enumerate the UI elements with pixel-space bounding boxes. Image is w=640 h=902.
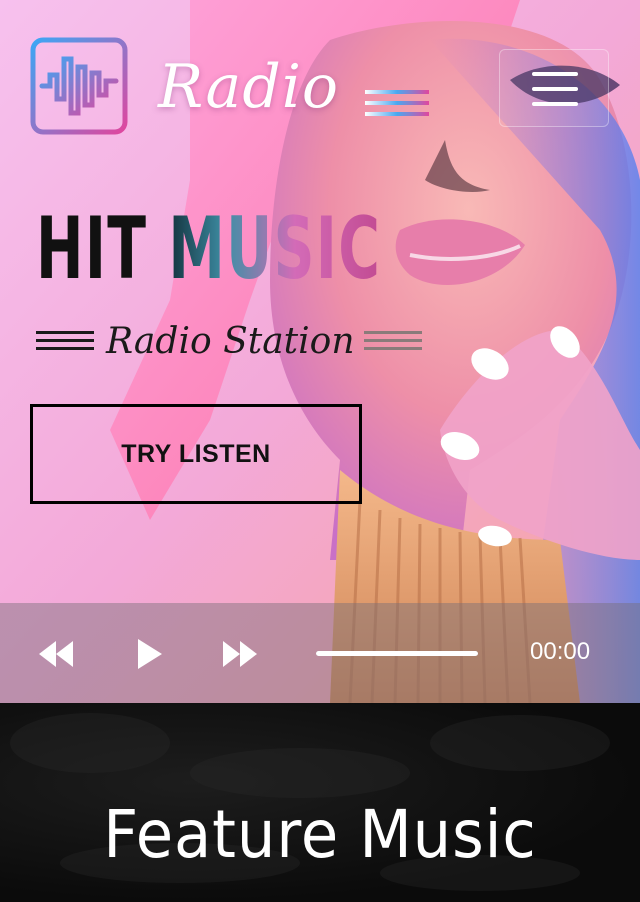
feature-title: Feature Music <box>103 796 537 873</box>
brand-name[interactable]: Radio <box>158 42 339 132</box>
subtitle-decoration-lines-right <box>364 331 422 350</box>
progress-bar-fill <box>316 651 478 656</box>
progress-bar[interactable] <box>316 651 478 656</box>
hero-headline: HIT MUSIC <box>36 194 381 304</box>
hero-section: Radio HIT MUSIC Radio Station TRY LISTEN… <box>0 0 640 703</box>
play-icon[interactable] <box>132 636 168 672</box>
sound-wave-icon <box>30 37 128 135</box>
try-listen-label: TRY LISTEN <box>121 439 271 468</box>
logo[interactable] <box>30 37 128 135</box>
feature-section: Feature Music <box>0 703 640 902</box>
fast-forward-icon[interactable] <box>222 636 258 672</box>
try-listen-button[interactable]: TRY LISTEN <box>30 404 362 504</box>
hero-subtitle: Radio Station <box>106 321 355 362</box>
rewind-icon[interactable] <box>38 636 74 672</box>
menu-button[interactable] <box>499 49 609 127</box>
hero-subtitle-row: Radio Station <box>36 312 426 372</box>
brand-decoration-lines <box>365 90 429 116</box>
playback-time: 00:00 <box>530 638 591 665</box>
subtitle-decoration-lines-left <box>36 331 94 350</box>
